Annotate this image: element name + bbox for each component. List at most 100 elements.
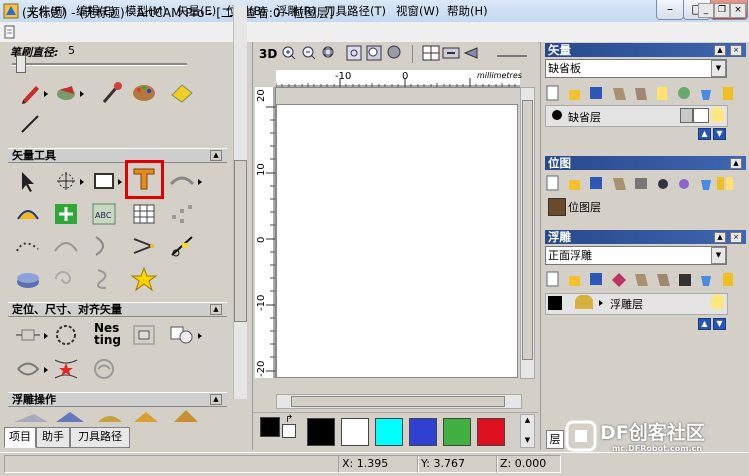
mdi-minimize-button[interactable]: _	[698, 3, 714, 18]
pencil-icon[interactable]	[18, 80, 46, 106]
join-vectors-icon[interactable]	[52, 201, 80, 227]
select-arrow-icon[interactable]	[14, 168, 42, 194]
collapse-arrow-icon[interactable]: ▲	[210, 150, 222, 161]
chevron-right-icon[interactable]	[44, 367, 52, 373]
star-wrap-icon[interactable]	[52, 356, 80, 382]
secondary-color-swatch[interactable]	[282, 424, 296, 438]
color-swatch-red[interactable]	[477, 418, 505, 446]
view-3d-button[interactable]: 3D	[259, 47, 277, 61]
array-copy-icon[interactable]	[168, 201, 196, 227]
menu-edit[interactable]: 编辑(E)	[76, 3, 115, 19]
canvas-hscroll-thumb[interactable]	[291, 396, 505, 407]
vector-sheet-select[interactable]: 缺省板	[545, 59, 727, 78]
section-vector-tools[interactable]: 矢量工具	[8, 148, 227, 163]
color-swatch-white[interactable]	[341, 418, 369, 446]
eraser-icon[interactable]	[168, 80, 196, 106]
smooth-icon[interactable]	[90, 233, 118, 259]
cut-vector-icon[interactable]	[168, 233, 196, 259]
align-grid-icon[interactable]	[130, 322, 158, 348]
mirror-icon[interactable]	[14, 356, 42, 382]
lightbulb-icon[interactable]	[711, 107, 724, 122]
chevron-down-icon[interactable]: ▼	[711, 247, 726, 264]
relief-combine-icon[interactable]	[575, 295, 593, 309]
menu-toolpath[interactable]: 刀具路径(T)	[324, 3, 386, 19]
chevron-right-icon[interactable]	[599, 300, 607, 306]
mdi-restore-button[interactable]: ❐	[714, 3, 730, 18]
menu-help[interactable]: 帮助(H)	[447, 3, 488, 19]
tab-project[interactable]: 项目	[4, 427, 36, 448]
color-swatch-blue[interactable]	[409, 418, 437, 446]
bezier-icon[interactable]	[130, 233, 158, 259]
relief-dish-icon[interactable]	[14, 266, 42, 292]
menu-file[interactable]: 文件(F)	[27, 3, 66, 19]
move-layer-down-icon[interactable]: ▼	[713, 318, 726, 330]
vector-layer-name[interactable]: 缺省层	[568, 109, 601, 125]
zoom-window-icon[interactable]	[321, 45, 337, 61]
zoom-all-icon[interactable]	[346, 45, 362, 61]
toggle-grid-icon[interactable]	[422, 45, 440, 61]
zoom-previous-icon[interactable]	[386, 45, 402, 61]
section-position-size-align[interactable]: 定位、尺寸、对齐矢量	[8, 302, 227, 317]
rotate-dashed-icon[interactable]	[52, 322, 80, 348]
move-layer-up-icon[interactable]: ▲	[698, 318, 711, 330]
star-icon[interactable]	[130, 266, 158, 292]
snap-icon[interactable]	[442, 45, 460, 61]
relief-layer-color-icon[interactable]	[548, 296, 562, 310]
relief-select[interactable]: 正面浮雕	[545, 246, 727, 265]
layer-lock-icon[interactable]	[680, 108, 693, 123]
node-edit-icon[interactable]	[14, 201, 42, 227]
zoom-selection-icon[interactable]	[366, 45, 382, 61]
chevron-right-icon[interactable]	[80, 91, 88, 97]
grid-icon[interactable]	[130, 201, 158, 227]
curve-fit-icon[interactable]	[90, 266, 118, 292]
bitmap-layer-name[interactable]: 位图层	[568, 199, 601, 215]
rectangle-icon[interactable]	[90, 168, 118, 194]
dotted-path-icon[interactable]	[14, 233, 42, 259]
text-on-curve-icon[interactable]	[168, 168, 196, 194]
menu-model[interactable]: 模型(M)	[125, 3, 167, 19]
canvas-horizontal-scrollbar[interactable]	[276, 394, 522, 409]
move-layer-down-icon[interactable]: ▼	[713, 128, 726, 140]
chevron-right-icon[interactable]	[198, 333, 206, 339]
collapse-arrow-icon[interactable]: ▲	[730, 158, 742, 169]
minimize-button[interactable]: –	[656, 0, 684, 20]
document-icon[interactable]	[3, 25, 17, 39]
drawing-canvas[interactable]	[276, 104, 518, 378]
menu-window[interactable]: 视窗(W)	[396, 3, 439, 19]
color-swatch-black[interactable]	[307, 418, 335, 446]
guide-icon[interactable]	[462, 45, 480, 61]
collapse-arrow-icon[interactable]: ▲	[714, 45, 726, 56]
zoom-in-icon[interactable]	[281, 45, 297, 61]
color-picker-icon[interactable]	[98, 80, 126, 106]
chevron-right-icon[interactable]	[44, 91, 52, 97]
chevron-right-icon[interactable]	[80, 179, 88, 185]
section-relief-operations[interactable]: 浮雕操作	[8, 392, 227, 407]
close-panel-icon[interactable]: ×	[730, 45, 742, 56]
close-panel-icon[interactable]: ×	[730, 232, 742, 243]
spiral-icon[interactable]	[52, 266, 80, 292]
menu-relief[interactable]: 浮雕(R)	[276, 3, 316, 19]
zoom-out-icon[interactable]	[301, 45, 317, 61]
offset-icon[interactable]	[52, 233, 80, 259]
canvas-vertical-scrollbar[interactable]	[520, 87, 535, 379]
collapse-arrow-icon[interactable]: ▲	[210, 304, 222, 315]
vector-text-icon[interactable]: ABC	[90, 201, 118, 227]
chevron-down-icon[interactable]: ▼	[711, 60, 726, 77]
bitmap-panel-header[interactable]: 位图	[545, 156, 746, 170]
brush-slider-thumb[interactable]	[16, 55, 26, 73]
transform-icon[interactable]	[52, 168, 80, 194]
layer-visible-dot-icon[interactable]	[552, 110, 562, 120]
layer-color-icon[interactable]	[693, 108, 709, 123]
palette-icon[interactable]	[130, 80, 158, 106]
swap-colors-icon[interactable]: ↱	[285, 414, 293, 425]
chevron-right-icon[interactable]	[44, 333, 52, 339]
palette-scrollbar[interactable]: ▲ ▼	[520, 414, 535, 448]
paint-fill-icon[interactable]	[52, 80, 80, 106]
primary-color-swatch[interactable]	[260, 417, 280, 437]
swirl-icon[interactable]	[90, 356, 118, 382]
relief-tools-row[interactable]	[14, 408, 204, 424]
line-draw-icon[interactable]	[18, 110, 46, 136]
mdi-close-button[interactable]: ×	[730, 3, 746, 18]
color-swatch-cyan[interactable]	[375, 418, 403, 446]
canvas-vscroll-thumb[interactable]	[522, 100, 533, 360]
